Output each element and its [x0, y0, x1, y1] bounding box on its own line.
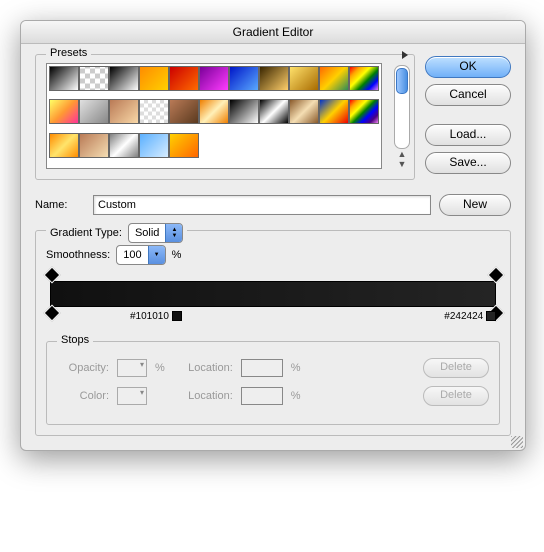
smoothness-pct: %	[172, 249, 182, 261]
preset-swatch[interactable]	[139, 66, 169, 91]
scrollbar-track[interactable]	[394, 65, 410, 149]
opacity-stop-right[interactable]	[490, 269, 500, 281]
new-button[interactable]: New	[439, 194, 511, 216]
preset-swatch[interactable]	[349, 99, 379, 124]
gradient-type-fieldset: Gradient Type: Solid ▲▼ Smoothness: 100 …	[35, 230, 511, 436]
presets-fieldset: Presets ▲ ▼	[35, 54, 415, 180]
name-input[interactable]	[93, 195, 431, 215]
smoothness-input[interactable]: 100 ▼	[116, 245, 165, 265]
preset-swatch[interactable]	[109, 66, 139, 91]
save-button[interactable]: Save...	[425, 152, 511, 174]
preset-swatch[interactable]	[199, 66, 229, 91]
preset-swatch[interactable]	[109, 99, 139, 124]
opacity-location-pct: %	[291, 362, 301, 374]
preset-swatch[interactable]	[259, 99, 289, 124]
smoothness-dropdown-icon[interactable]: ▼	[148, 246, 165, 264]
preset-swatch[interactable]	[49, 133, 79, 158]
preset-swatch[interactable]	[259, 66, 289, 91]
color-location-input	[241, 387, 283, 405]
load-button[interactable]: Load...	[425, 124, 511, 146]
preset-swatch[interactable]	[229, 66, 259, 91]
preset-swatch[interactable]	[169, 66, 199, 91]
gradient-type-label: Gradient Type:	[50, 227, 122, 239]
preset-swatch[interactable]	[199, 99, 229, 124]
preset-swatch[interactable]	[289, 99, 319, 124]
cancel-button[interactable]: Cancel	[425, 84, 511, 106]
gradient-type-select[interactable]: Solid ▲▼	[128, 223, 183, 243]
preset-swatch[interactable]	[49, 99, 79, 124]
stop-right-hex: #242424	[444, 311, 496, 322]
preset-swatch[interactable]	[289, 66, 319, 91]
preset-swatch[interactable]	[109, 133, 139, 158]
presets-flyout-icon[interactable]	[402, 51, 408, 59]
stop-left-hex: #101010	[130, 311, 182, 322]
preset-swatch[interactable]	[139, 99, 169, 124]
preset-swatch[interactable]	[169, 133, 199, 158]
stops-legend: Stops	[57, 334, 93, 346]
smoothness-value: 100	[117, 249, 147, 261]
resize-grip-icon[interactable]	[511, 436, 523, 448]
stops-fieldset: Stops Opacity: % Location: % Delete Colo…	[46, 341, 500, 425]
scrollbar-thumb[interactable]	[396, 68, 408, 94]
opacity-location-label: Location:	[173, 362, 233, 374]
preset-swatch[interactable]	[79, 133, 109, 158]
preset-swatch[interactable]	[49, 66, 79, 91]
opacity-label: Opacity:	[57, 362, 109, 374]
gradient-editor-window: Gradient Editor Presets ▲ ▼ OK Cancel	[20, 20, 526, 451]
opacity-stop-left[interactable]	[46, 269, 56, 281]
preset-swatch[interactable]	[139, 133, 169, 158]
gradient-bar-wrap: #101010 #242424	[50, 281, 496, 307]
preset-swatch[interactable]	[79, 66, 109, 91]
scroll-down-icon[interactable]: ▼	[398, 159, 407, 169]
color-delete-button: Delete	[423, 386, 489, 406]
opacity-input	[117, 359, 147, 377]
name-label: Name:	[35, 199, 85, 211]
presets-grid	[46, 63, 382, 169]
gradient-preview-bar[interactable]	[50, 281, 496, 307]
scroll-up-icon[interactable]: ▲	[398, 149, 407, 159]
presets-legend: Presets	[46, 47, 91, 59]
preset-swatch[interactable]	[319, 66, 349, 91]
presets-scrollbar[interactable]: ▲ ▼	[394, 65, 410, 169]
color-location-label: Location:	[173, 390, 233, 402]
preset-swatch[interactable]	[169, 99, 199, 124]
preset-swatch[interactable]	[79, 99, 109, 124]
window-title: Gradient Editor	[21, 21, 525, 44]
opacity-delete-button: Delete	[423, 358, 489, 378]
preset-swatch[interactable]	[319, 99, 349, 124]
smoothness-label: Smoothness:	[46, 249, 110, 261]
preset-swatch[interactable]	[349, 66, 379, 91]
opacity-pct: %	[155, 362, 165, 374]
color-stop-left[interactable]	[46, 307, 56, 319]
opacity-location-input	[241, 359, 283, 377]
color-swatch	[117, 387, 147, 405]
select-stepper-icon[interactable]: ▲▼	[165, 224, 182, 242]
ok-button[interactable]: OK	[425, 56, 511, 78]
color-label: Color:	[57, 390, 109, 402]
gradient-type-value: Solid	[129, 227, 165, 239]
preset-swatch[interactable]	[229, 99, 259, 124]
color-location-pct: %	[291, 390, 301, 402]
